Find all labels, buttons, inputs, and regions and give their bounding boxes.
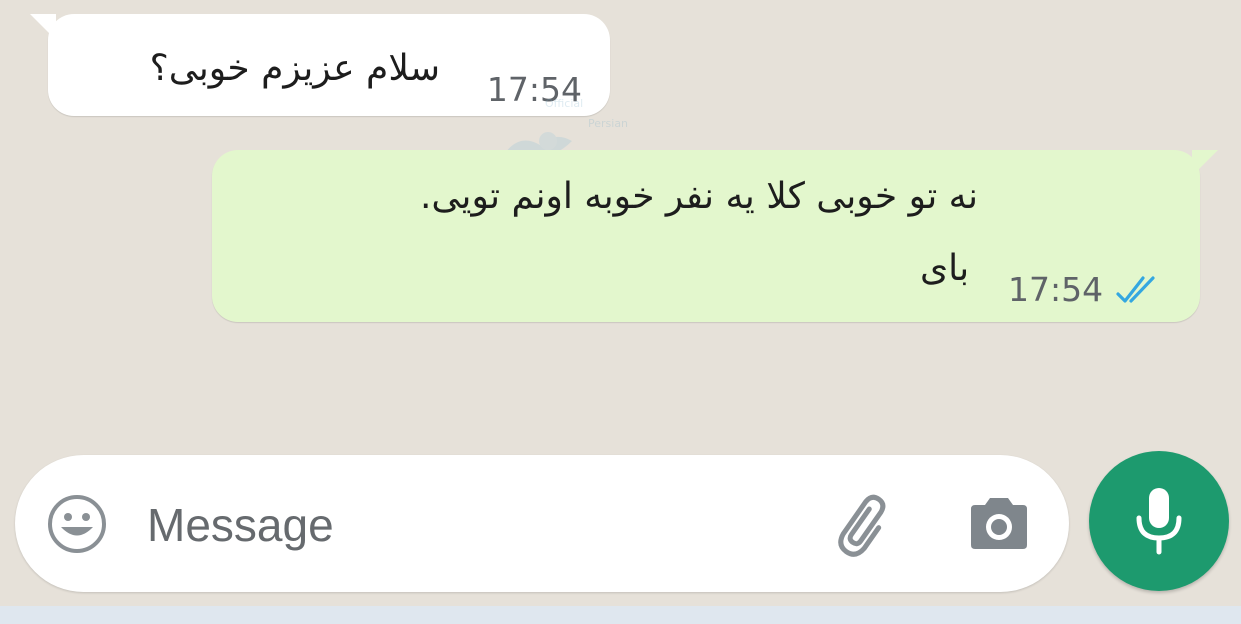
message-composer (15, 455, 1069, 592)
outgoing-message-line-1: نه تو خوبی کلا یه نفر خوبه اونم تویی. (419, 176, 978, 217)
camera-icon[interactable] (965, 495, 1033, 553)
outgoing-message-time: 17:54 (1008, 270, 1104, 309)
watermark-text-official: Official (545, 97, 584, 110)
bubble-tail (30, 14, 56, 40)
voice-record-button[interactable] (1089, 451, 1229, 591)
watermark-text-persian: Persian (588, 117, 629, 130)
bubble-tail (1192, 150, 1218, 176)
smiley-emoji-icon[interactable] (45, 492, 109, 556)
microphone-icon (1136, 488, 1182, 555)
outgoing-message-bubble[interactable]: نه تو خوبی کلا یه نفر خوبه اونم تویی. با… (212, 150, 1218, 322)
incoming-message-text: سلام عزیزم خوبی؟ (149, 48, 440, 89)
message-input[interactable] (145, 491, 789, 559)
double-check-read-icon (1116, 276, 1155, 303)
bottom-edge (0, 606, 1241, 624)
outgoing-message-line-2: بای (920, 248, 970, 289)
paperclip-icon[interactable] (830, 490, 900, 560)
